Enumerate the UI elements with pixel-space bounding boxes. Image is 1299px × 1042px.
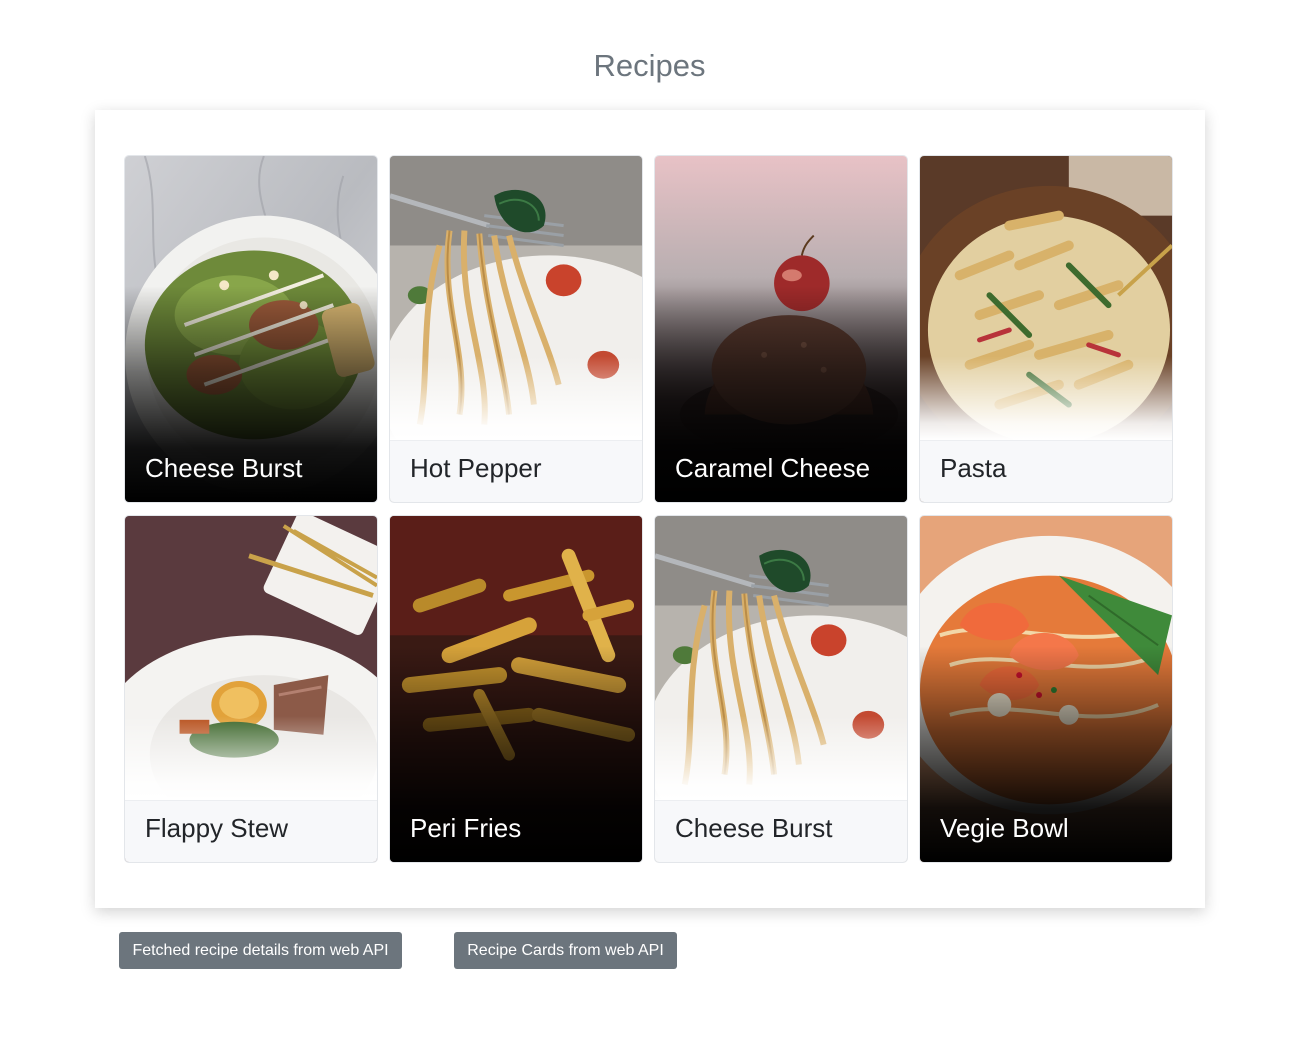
fetched-recipe-details-button[interactable]: Fetched recipe details from web API xyxy=(119,932,402,969)
recipe-card-title: Vegie Bowl xyxy=(940,813,1069,843)
recipe-card-hot-pepper[interactable]: Hot Pepper xyxy=(389,155,643,503)
recipe-card-caramel-cheese[interactable]: Caramel Cheese xyxy=(654,155,908,503)
recipe-grid: Cheese Burst Hot Pepper Caramel Cheese P… xyxy=(124,155,1173,863)
recipe-card-title: Pasta xyxy=(940,453,1007,483)
card-fade xyxy=(390,356,642,440)
recipe-card-flappy-stew[interactable]: Flappy Stew xyxy=(124,515,378,863)
recipe-panel: Cheese Burst Hot Pepper Caramel Cheese P… xyxy=(95,110,1205,908)
card-fade xyxy=(125,716,377,800)
recipe-card-peri-fries[interactable]: Peri Fries xyxy=(389,515,643,863)
recipe-card-title: Hot Pepper xyxy=(410,453,542,483)
recipe-card-title: Peri Fries xyxy=(410,813,522,843)
recipe-card-vegie-bowl[interactable]: Vegie Bowl xyxy=(919,515,1173,863)
card-fade xyxy=(655,716,907,800)
recipe-card-title: Cheese Burst xyxy=(145,453,303,483)
recipe-card-title: Caramel Cheese xyxy=(675,453,871,483)
page-title: Recipes xyxy=(593,48,706,83)
recipe-card-pasta[interactable]: Pasta xyxy=(919,155,1173,503)
recipe-card-cheese-burst[interactable]: Cheese Burst xyxy=(124,155,378,503)
recipe-card-title: Cheese Burst xyxy=(675,813,833,843)
recipe-card-cheese-burst-2[interactable]: Cheese Burst xyxy=(654,515,908,863)
recipe-cards-button[interactable]: Recipe Cards from web API xyxy=(454,932,677,969)
card-fade xyxy=(920,356,1172,440)
recipe-card-title: Flappy Stew xyxy=(145,813,289,843)
